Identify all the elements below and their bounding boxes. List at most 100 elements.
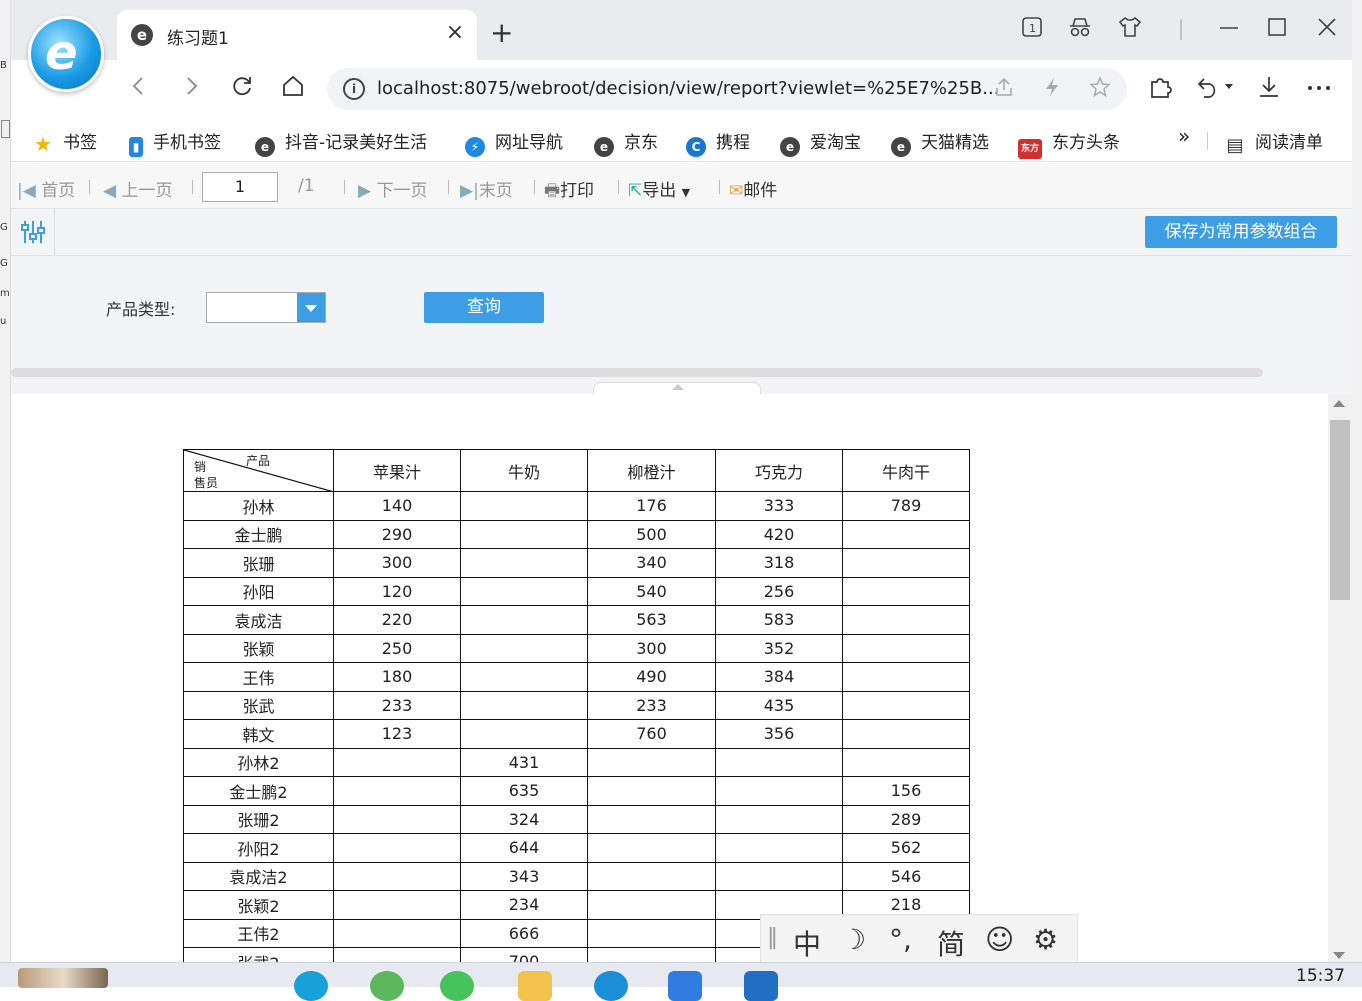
column-header: 牛肉干 xyxy=(842,449,970,492)
bookmark-item[interactable]: e 抖音-记录美好生活 xyxy=(255,128,427,157)
salesperson-cell: 金士鹏2 xyxy=(183,776,334,806)
shirt-icon[interactable] xyxy=(1115,16,1145,43)
salesperson-cell: 孙阳2 xyxy=(183,833,334,863)
tab-favicon-icon: e xyxy=(131,24,153,46)
wechat-taskbar-icon[interactable] xyxy=(440,971,474,1001)
first-page-button[interactable]: |◀ 首页 xyxy=(17,176,75,201)
value-cell: 789 xyxy=(842,491,970,521)
bookmark-item[interactable]: ★ 书签 xyxy=(33,128,97,154)
value-cell: 635 xyxy=(460,776,588,806)
browser-tab[interactable]: e 练习题1 × xyxy=(117,10,477,60)
page-number-input[interactable]: 1 xyxy=(202,172,278,202)
emoji-icon[interactable]: ☺ xyxy=(985,923,1014,956)
refresh-icon[interactable] xyxy=(227,74,257,104)
salesperson-cell: 袁成洁 xyxy=(183,605,334,635)
forward-icon[interactable] xyxy=(176,74,206,104)
favorite-star-icon[interactable] xyxy=(1089,76,1111,103)
site-info-icon[interactable]: i xyxy=(343,78,365,100)
first-page-label: 首页 xyxy=(41,181,76,201)
print-button[interactable]: 🖶打印 xyxy=(544,176,594,207)
url-text[interactable]: localhost:8075/webroot/decision/view/rep… xyxy=(377,78,999,99)
close-window-icon[interactable] xyxy=(1312,16,1342,43)
value-cell: 123 xyxy=(333,719,461,749)
value-cell xyxy=(460,519,588,549)
ie-taskbar-icon[interactable] xyxy=(594,971,628,1001)
app-taskbar-icon-2[interactable] xyxy=(668,971,702,1001)
toolbar-divider xyxy=(719,180,720,194)
mail-button[interactable]: ✉邮件 xyxy=(729,176,777,201)
e-icon: e xyxy=(891,137,911,157)
table-row: 张珊 300 340 318 xyxy=(183,548,970,578)
folder-taskbar-icon[interactable] xyxy=(518,971,552,1001)
undo-dropdown-icon[interactable] xyxy=(1194,74,1238,106)
next-page-button[interactable]: ▶ 下一页 xyxy=(358,176,427,201)
export-button[interactable]: ⇱导出 ▼ xyxy=(628,176,690,201)
bookmark-item[interactable]: e 京东 xyxy=(594,128,658,157)
new-tab-button[interactable]: + xyxy=(490,18,513,48)
lightning-icon[interactable] xyxy=(1041,76,1063,103)
punctuation-icon[interactable]: °, xyxy=(889,923,912,956)
bookmarks-more-button[interactable]: » xyxy=(1178,124,1190,148)
zebra-thumbnail-icon[interactable] xyxy=(18,968,108,988)
app-taskbar-icon[interactable] xyxy=(370,971,404,1001)
parameter-settings-icon[interactable] xyxy=(11,209,55,255)
svg-text:1: 1 xyxy=(1029,22,1036,35)
scroll-down-icon[interactable] xyxy=(1333,952,1345,959)
save-parameter-combo-button[interactable]: 保存为常用参数组合 xyxy=(1145,216,1337,248)
next-page-icon: ▶ xyxy=(358,181,372,201)
bookmark-label: 东方头条 xyxy=(1052,133,1120,153)
bookmark-label: 天猫精选 xyxy=(921,133,989,153)
app-taskbar-icon-3[interactable] xyxy=(744,971,778,1001)
collapse-panel-button[interactable] xyxy=(593,382,761,394)
reading-list-button[interactable]: ▤ 阅读清单 xyxy=(1225,128,1323,156)
first-page-icon: |◀ xyxy=(17,181,36,201)
bookmarks-divider xyxy=(1207,132,1208,150)
scroll-up-icon[interactable] xyxy=(1333,400,1345,407)
home-icon[interactable] xyxy=(278,74,308,104)
extensions-icon[interactable] xyxy=(1143,74,1177,106)
last-page-button[interactable]: ▶|末页 xyxy=(460,176,513,201)
report-toolbar: |◀ 首页 ◀ 上一页 1 /1 ▶ 下一页 ▶|末页 🖶打印 ⇱导出 ▼ ✉邮… xyxy=(11,163,1352,209)
table-row: 孙阳2 644 562 xyxy=(183,833,970,863)
scrollbar-thumb[interactable] xyxy=(1330,420,1350,600)
browser-logo-icon[interactable]: e xyxy=(28,16,104,92)
gear-icon[interactable]: ⚙ xyxy=(1033,923,1058,956)
maximize-icon[interactable] xyxy=(1262,16,1292,43)
bookmark-item[interactable]: e 天猫精选 xyxy=(891,128,989,157)
address-bar[interactable]: i localhost:8075/webroot/decision/view/r… xyxy=(327,68,1127,110)
bookmark-item[interactable]: ⚡ 网址导航 xyxy=(465,128,563,157)
bookmark-item[interactable]: e 爱淘宝 xyxy=(780,128,861,157)
chevron-down-icon[interactable] xyxy=(297,293,325,322)
edge-taskbar-icon[interactable] xyxy=(294,971,328,1001)
ime-chinese-mode[interactable]: 中 xyxy=(793,923,821,963)
value-cell xyxy=(460,576,588,606)
value-cell: 156 xyxy=(842,776,970,806)
bookmark-item[interactable]: 东方 东方头条 xyxy=(1018,128,1120,159)
table-row: 孙阳 120 540 256 xyxy=(183,576,970,606)
prev-page-button[interactable]: ◀ 上一页 xyxy=(103,176,172,201)
tab-close-icon[interactable]: × xyxy=(443,20,467,45)
value-cell: 546 xyxy=(842,861,970,891)
product-type-dropdown[interactable] xyxy=(206,292,326,323)
value-cell xyxy=(587,918,716,948)
minimize-icon[interactable] xyxy=(1214,16,1244,43)
download-icon[interactable] xyxy=(1252,74,1286,106)
bookmark-item[interactable]: ▮ 手机书签 xyxy=(129,128,221,157)
ime-simplified-mode[interactable]: 简 xyxy=(937,923,965,963)
ime-grip-icon[interactable]: ‖ xyxy=(767,925,778,950)
bookmark-item[interactable]: C 携程 xyxy=(686,128,750,157)
value-cell xyxy=(842,519,970,549)
horizontal-scrollbar[interactable] xyxy=(11,368,1263,377)
incognito-icon[interactable] xyxy=(1065,16,1095,43)
more-menu-icon[interactable] xyxy=(1302,74,1336,106)
table-header-row: 产品 销 售员 苹果汁 牛奶 柳橙汁 巧克力 牛肉干 xyxy=(183,449,970,492)
vertical-scrollbar[interactable] xyxy=(1328,394,1352,962)
query-button[interactable]: 查询 xyxy=(424,292,544,323)
chevron-down-icon: ▼ xyxy=(681,186,691,199)
value-cell xyxy=(333,918,461,948)
moon-icon[interactable]: ☽ xyxy=(841,923,866,956)
tab-count-icon[interactable]: 1 xyxy=(1017,16,1047,43)
back-icon[interactable] xyxy=(124,74,154,104)
value-cell xyxy=(460,491,588,521)
share-icon[interactable] xyxy=(993,76,1015,103)
